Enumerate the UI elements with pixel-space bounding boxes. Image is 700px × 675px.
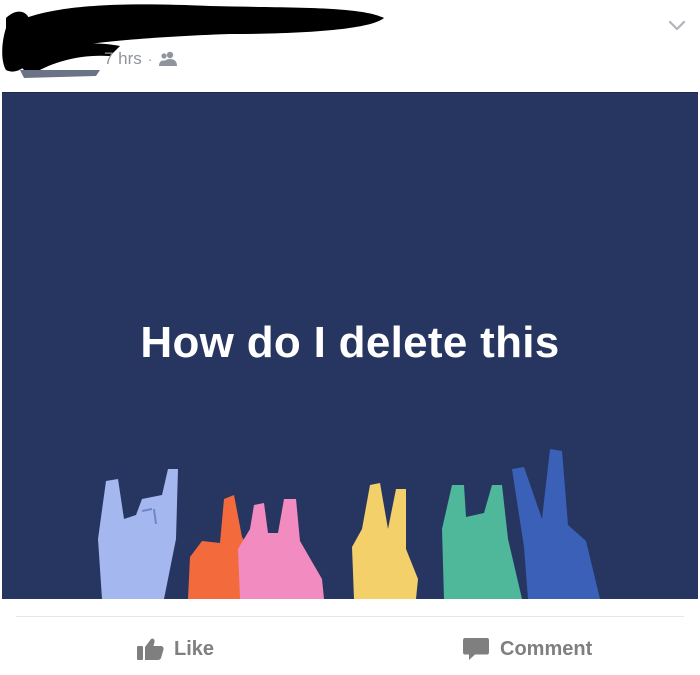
like-label: Like xyxy=(174,637,215,660)
redacted-author-name xyxy=(2,4,384,78)
comment-button[interactable]: Comment xyxy=(462,626,592,672)
post-time[interactable]: 7 hrs xyxy=(104,49,142,69)
friends-icon[interactable] xyxy=(158,51,178,67)
chevron-down-icon[interactable] xyxy=(666,14,688,36)
hand-light-blue xyxy=(98,469,178,599)
comment-label: Comment xyxy=(500,637,593,660)
hand-green xyxy=(442,485,522,599)
hand-yellow xyxy=(352,483,418,599)
hand-blue xyxy=(512,449,600,599)
hand-pink xyxy=(238,499,324,599)
like-button[interactable]: Like xyxy=(136,626,214,672)
post: 7 hrs · How do I delete this Like Commen… xyxy=(0,0,700,675)
meta-separator: · xyxy=(147,51,153,67)
action-divider xyxy=(16,616,684,617)
post-meta: 7 hrs · xyxy=(104,48,178,70)
post-header: 7 hrs · xyxy=(0,0,700,92)
like-icon xyxy=(136,637,164,661)
comment-icon xyxy=(462,636,490,662)
action-bar: Like Comment xyxy=(0,626,700,672)
status-text: How do I delete this xyxy=(140,318,560,367)
hands-illustration xyxy=(98,449,600,599)
status-image[interactable]: How do I delete this xyxy=(2,92,698,599)
